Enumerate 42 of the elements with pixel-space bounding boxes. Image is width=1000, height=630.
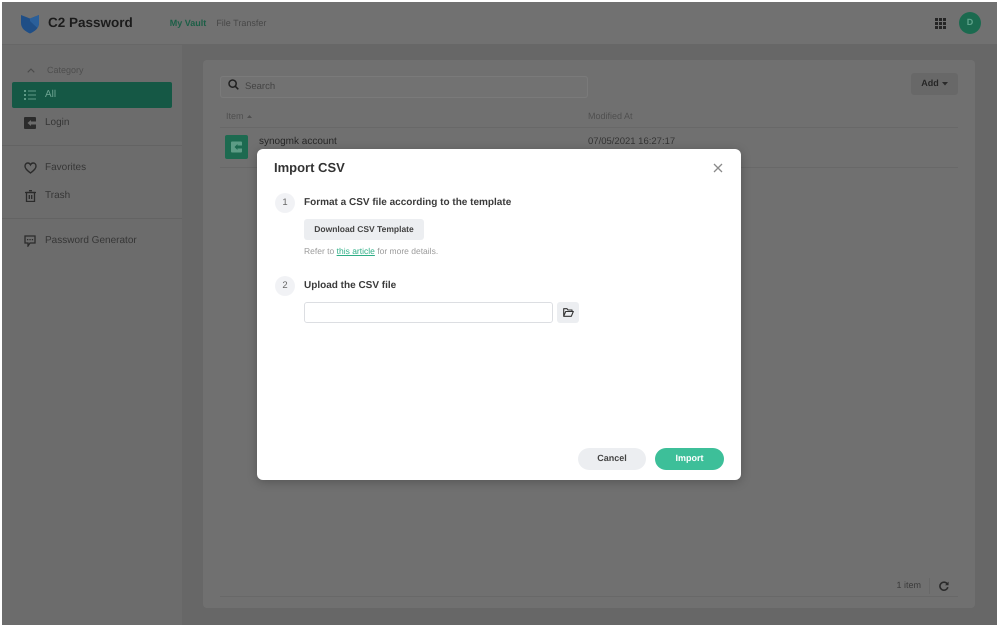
browse-button[interactable] [557, 302, 579, 323]
nav-tab[interactable]: My Vault [170, 18, 206, 28]
login-icon [24, 117, 36, 129]
sidebar-item-label: Favorites [45, 163, 86, 173]
message-bubble-icon [24, 235, 36, 247]
import-button[interactable]: Import [655, 448, 724, 470]
chevron-up-icon[interactable] [27, 68, 35, 72]
trash-icon [24, 190, 36, 202]
step-number: 1 [275, 193, 295, 213]
step-number: 2 [275, 276, 295, 296]
heart-icon [24, 162, 36, 174]
sidebar-item-label: Trash [45, 191, 70, 201]
login-item-icon [225, 135, 248, 159]
sidebar-item[interactable]: Login [12, 110, 172, 136]
file-path-field[interactable] [304, 302, 553, 323]
user-avatar[interactable]: D [959, 12, 981, 34]
refresh-icon[interactable] [939, 580, 949, 590]
list-icon [24, 90, 36, 100]
sidebar-item[interactable]: Favorites [12, 155, 172, 181]
caret-down-icon [942, 82, 948, 86]
cancel-button[interactable]: Cancel [578, 448, 646, 470]
folder-icon [562, 308, 574, 317]
dialog-title: Import CSV [274, 160, 345, 176]
sidebar-item-label: Password Generator [45, 236, 137, 246]
article-link[interactable]: this article [336, 246, 375, 256]
search-icon [228, 78, 239, 90]
apps-grid-icon[interactable] [935, 18, 946, 28]
shield-logo-icon [20, 12, 40, 34]
modified-date: 07/05/2021 16:27:17 [588, 136, 676, 147]
download-template-button[interactable]: Download CSV Template [304, 219, 424, 240]
close-icon[interactable] [713, 163, 723, 173]
item-name[interactable]: synogmk account [259, 136, 337, 147]
sidebar-item[interactable]: All [12, 82, 172, 108]
sidebar-item-label: All [45, 90, 56, 100]
sidebar-item[interactable]: Password Generator [12, 228, 172, 254]
help-text: Refer to this article for more details. [304, 245, 438, 257]
sidebar-item[interactable]: Trash [12, 183, 172, 209]
app-title: C2 Password [48, 16, 133, 30]
step-title: Format a CSV file according to the template [304, 198, 512, 208]
add-button[interactable]: Add [911, 73, 958, 95]
sidebar-item-label: Login [45, 118, 70, 128]
step-title: Upload the CSV file [304, 281, 396, 291]
